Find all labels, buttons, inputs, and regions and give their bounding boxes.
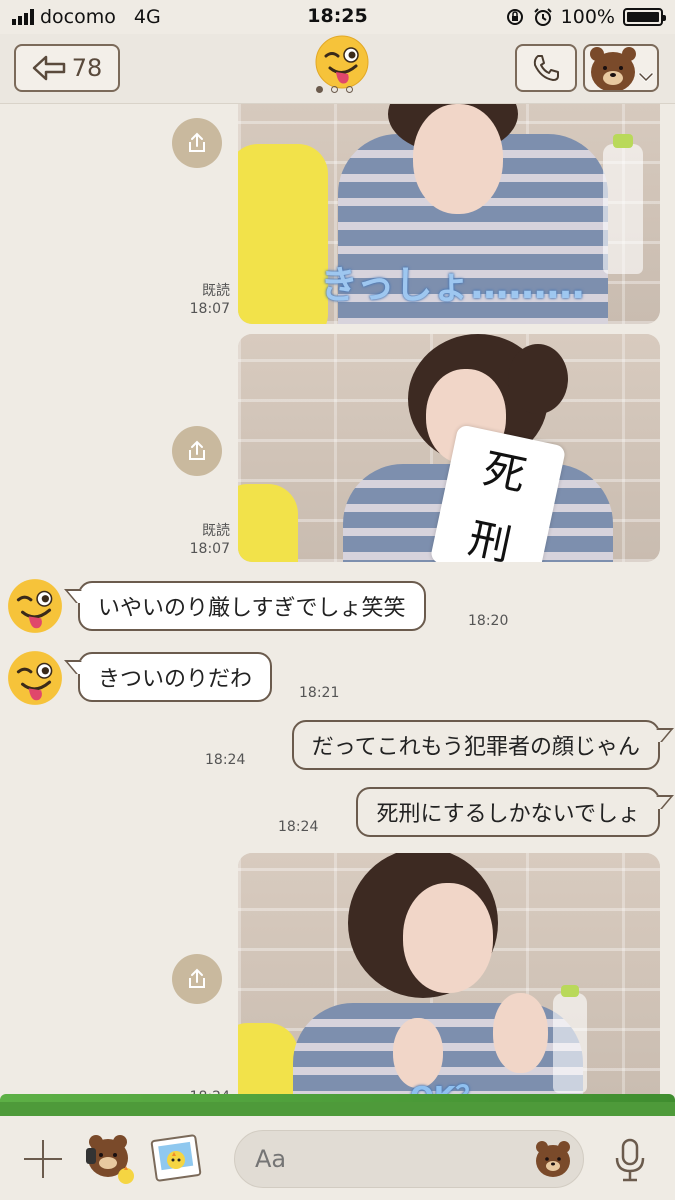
sender-avatar-wink-emoji[interactable]: [6, 577, 64, 635]
message-time: 18:07: [189, 301, 230, 317]
photo-figure: [238, 484, 298, 562]
unread-count: 78: [71, 54, 103, 82]
orientation-lock-icon: [506, 9, 523, 25]
page-dot: [346, 86, 353, 93]
photo-ponytail: [508, 344, 568, 414]
message-time: 18:20: [468, 613, 509, 629]
sign-text: 刑: [464, 513, 516, 562]
message-text: 死刑にするしかないでしょ: [376, 802, 640, 827]
share-icon: [189, 440, 205, 460]
photo-hand: [493, 993, 548, 1073]
photo-icon[interactable]: [150, 1132, 204, 1184]
status-right: 100%: [505, 6, 666, 28]
alarm-icon: [533, 8, 552, 26]
message-time: 18:07: [189, 541, 230, 557]
message-bubble-outgoing[interactable]: 死刑にするしかないでしょ: [356, 787, 660, 837]
share-icon: [189, 132, 205, 152]
sender-avatar-wink-emoji[interactable]: [6, 649, 64, 707]
battery-fill: [627, 12, 659, 22]
phone-icon: [533, 55, 559, 81]
message-time: 18:24: [278, 819, 319, 835]
photo-bottle-cap: [561, 985, 579, 997]
photo-face: [403, 883, 493, 993]
sign-text: 死: [479, 443, 531, 501]
message-text: いやいのり厳しすぎでしょ笑笑: [98, 596, 406, 621]
message-meta: 既読 18:07: [180, 282, 230, 318]
message-text: だってこれもう犯罪者の顔じゃん: [311, 735, 640, 760]
share-button[interactable]: [172, 118, 222, 168]
grass-decoration: [0, 1094, 675, 1116]
back-button[interactable]: 78: [14, 44, 120, 92]
share-button[interactable]: [172, 954, 222, 1004]
image-message[interactable]: OK？: [238, 853, 660, 1111]
read-receipt: 既読: [202, 523, 230, 539]
share-icon: [189, 968, 205, 988]
menu-button[interactable]: [583, 44, 659, 92]
battery-icon: [623, 8, 666, 26]
photo-bottle-cap: [613, 134, 633, 148]
emoji-bear-icon[interactable]: [532, 1138, 574, 1180]
message-bubble-incoming[interactable]: いやいのり厳しすぎでしょ笑笑: [78, 581, 426, 631]
share-button[interactable]: [172, 426, 222, 476]
chat-area[interactable]: 既読 18:07 きっしょ……… 既読 18:07 死 刑 いやいのり厳しすぎで…: [0, 104, 675, 1116]
plus-icon[interactable]: [24, 1140, 62, 1178]
read-receipt: 既読: [202, 283, 230, 299]
page-dots: [316, 86, 353, 93]
sticker-icon[interactable]: [80, 1130, 138, 1186]
bear-avatar-icon: [590, 47, 654, 90]
chat-avatar-wink-emoji[interactable]: [314, 34, 370, 90]
message-bubble-incoming[interactable]: きついのりだわ: [78, 652, 273, 702]
message-text: きついのりだわ: [98, 667, 253, 692]
photo-figure: [238, 144, 328, 324]
page-dot: [331, 86, 338, 93]
message-bubble-outgoing[interactable]: だってこれもう犯罪者の顔じゃん: [291, 720, 660, 770]
microphone-icon[interactable]: [612, 1138, 648, 1182]
status-bar: docomo 4G 18:25 100%: [0, 0, 675, 34]
back-arrow-icon: [32, 55, 65, 81]
message-time: 18:24: [205, 752, 246, 768]
photo-bottle: [553, 993, 587, 1093]
chat-header: 78: [0, 34, 675, 104]
message-time: 18:21: [299, 685, 340, 701]
image-message[interactable]: きっしょ………: [238, 104, 660, 324]
battery-percent: 100%: [560, 6, 615, 28]
image-message[interactable]: 死 刑: [238, 334, 660, 562]
photo-caption: きっしょ………: [320, 263, 585, 307]
page-dot: [316, 86, 323, 93]
call-button[interactable]: [515, 44, 577, 92]
photo-hands: [413, 104, 503, 214]
photo-bottle: [603, 144, 643, 274]
message-meta: 既読 18:07: [180, 522, 230, 558]
input-bar: [0, 1116, 675, 1200]
